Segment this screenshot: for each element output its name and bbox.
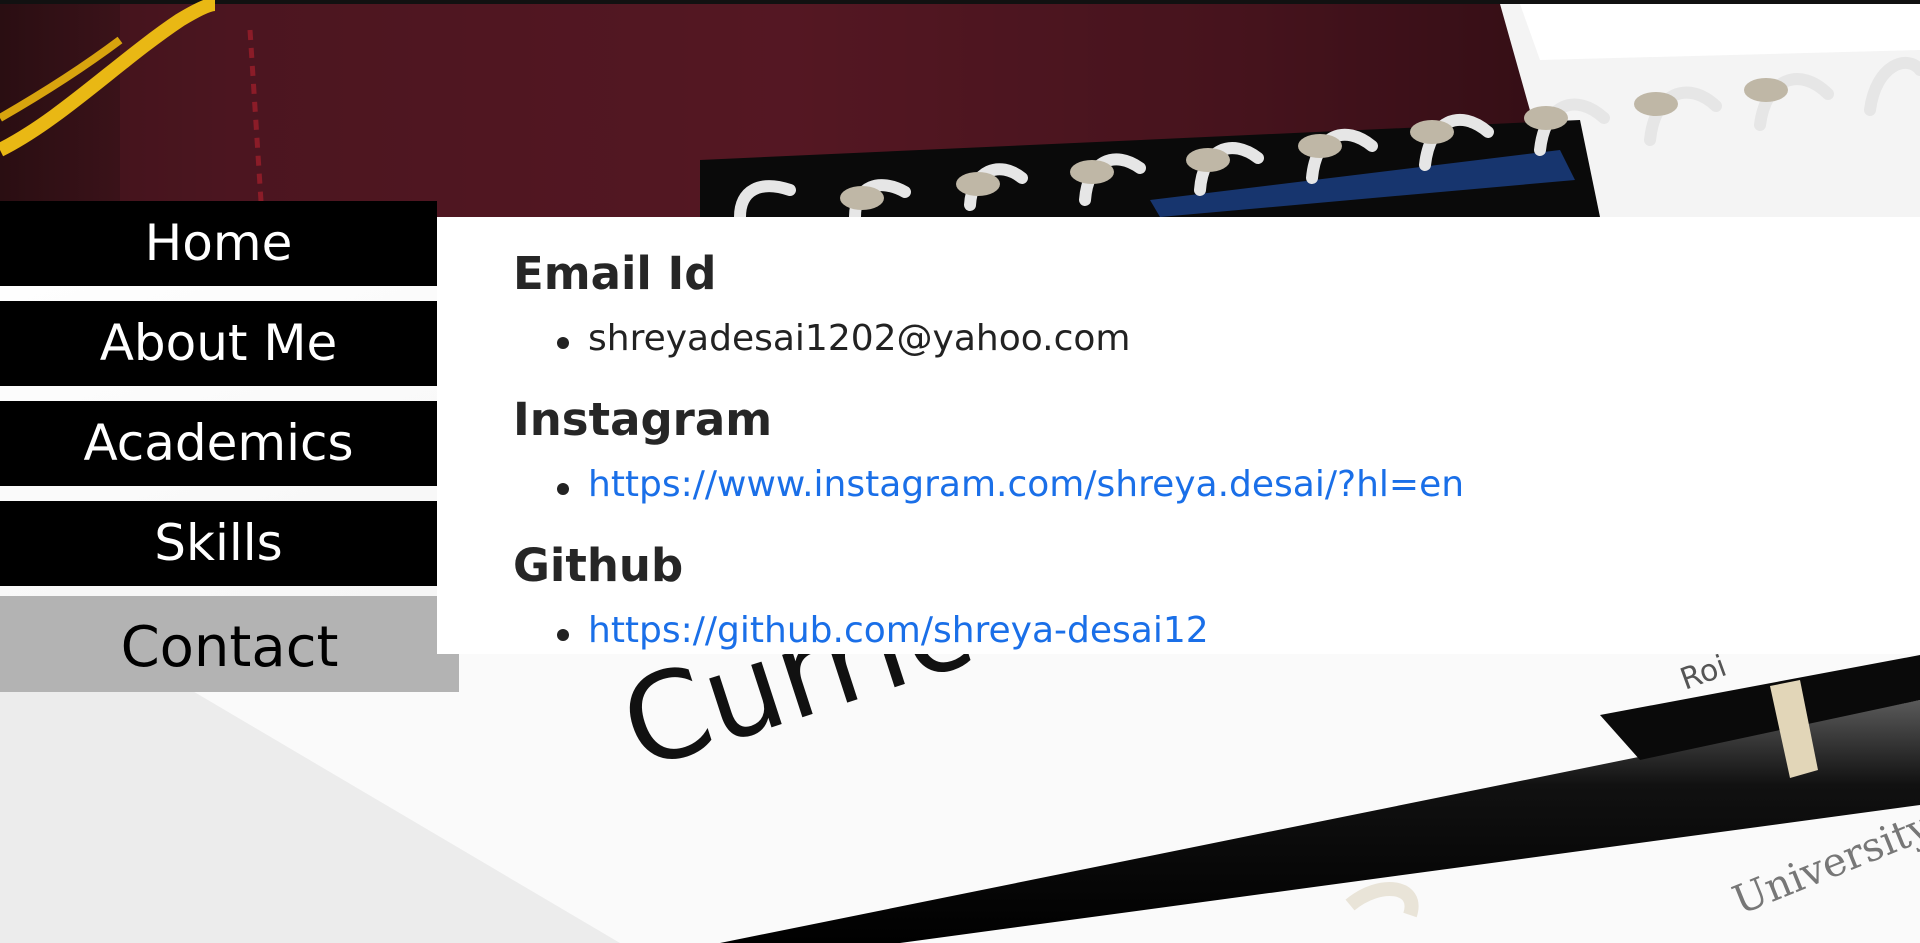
nav-home[interactable]: Home	[0, 201, 437, 286]
nav-about-me[interactable]: About Me	[0, 301, 437, 386]
nav-skills[interactable]: Skills	[0, 501, 437, 586]
nav-contact[interactable]: Contact	[0, 596, 459, 692]
email-heading: Email Id	[513, 247, 717, 300]
email-address: shreyadesai1202@yahoo.com	[588, 318, 1131, 359]
contact-panel: Email Id shreyadesai1202@yahoo.com Insta…	[437, 217, 1920, 654]
page: Curric Roi University Home About Me Acad…	[0, 0, 1920, 943]
nav-academics[interactable]: Academics	[0, 401, 437, 486]
instagram-link[interactable]: https://www.instagram.com/shreya.desai/?…	[588, 464, 1464, 505]
bullet-icon	[557, 337, 569, 349]
github-heading: Github	[513, 539, 684, 592]
bullet-icon	[557, 483, 569, 495]
github-link[interactable]: https://github.com/shreya-desai12	[588, 610, 1209, 651]
instagram-heading: Instagram	[513, 393, 773, 446]
bullet-icon	[557, 629, 569, 641]
